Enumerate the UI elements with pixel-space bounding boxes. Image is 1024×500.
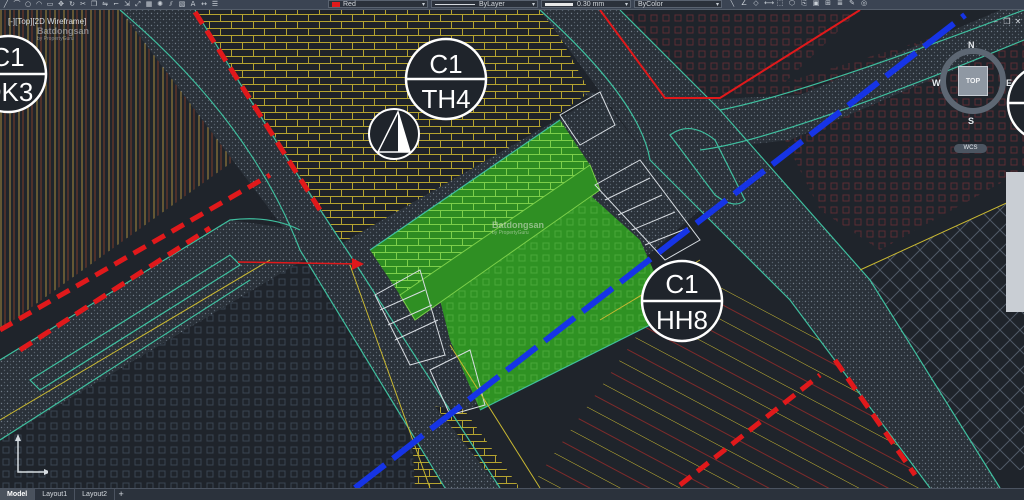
copy-tool-icon[interactable]: ❐ [90, 1, 98, 8]
paste-tool-icon[interactable]: ⎘ [800, 0, 808, 7]
lineweight-dropdown[interactable]: 0.30 mm ▾ [541, 0, 631, 8]
move-tool-icon[interactable]: ✥ [57, 1, 65, 8]
dimension-tool-icon[interactable]: ↔ [200, 1, 208, 8]
quick-tools: ╱ ⌒ ○ ◠ ▭ ✥ ↻ ✂ ❐ ⇋ ⌐ ⇲ ⤢ ▦ ✺ ⫽ ▧ A ↔ ☰ [0, 0, 219, 9]
plot-name-text: TH4 [421, 84, 470, 114]
navigation-bar[interactable] [1006, 172, 1024, 312]
plot-code-text: C1 [429, 49, 462, 79]
color-swatch-icon [332, 1, 340, 7]
properties-toolbar: ╱ ⌒ ○ ◠ ▭ ✥ ↻ ✂ ❐ ⇋ ⌐ ⇲ ⤢ ▦ ✺ ⫽ ▧ A ↔ ☰ … [0, 0, 1024, 10]
compass-east[interactable]: E [1006, 78, 1012, 88]
ucs-icon [15, 434, 48, 475]
linetype-value: ByLayer [479, 1, 505, 8]
match-tool-icon[interactable]: ✎ [848, 0, 856, 7]
trim-tool-icon[interactable]: ✂ [79, 1, 87, 8]
tab-model[interactable]: Model [0, 489, 36, 500]
viewport-controls[interactable]: [-][Top][2D Wireframe] [8, 17, 86, 26]
circle-tool-icon[interactable]: ○ [24, 1, 32, 8]
arc-tool-icon[interactable]: ◠ [35, 1, 43, 8]
polyline-tool-icon[interactable]: ⌒ [13, 1, 21, 8]
drawing-canvas[interactable]: C1 TH4 C1 HH8 C1 DK3 C H [0, 0, 1024, 499]
offset-tool-icon[interactable]: ⫽ [167, 1, 175, 8]
north-arrow-symbol [368, 108, 420, 160]
lineweight-value: 0.30 mm [577, 1, 605, 8]
watermark-center: Batdongsan by PropertyGuru [492, 220, 544, 236]
text-tool-icon[interactable]: A [189, 1, 197, 8]
plot-name-text: HH8 [656, 305, 708, 335]
chevron-down-icon: ▾ [624, 2, 628, 8]
distance-tool-icon[interactable]: ⟷ [764, 0, 774, 7]
linetype-dropdown[interactable]: ByLayer ▾ [431, 0, 538, 8]
restore-icon[interactable]: ❐ [1003, 18, 1011, 26]
watermark-brand: Batdongsan [37, 26, 90, 36]
line-tool-icon[interactable]: ╱ [2, 1, 10, 8]
plotstyle-dropdown[interactable]: ByColor ▾ [634, 0, 722, 8]
rectangle-tool-icon[interactable]: ▭ [46, 1, 54, 8]
linetype-preview-icon [435, 3, 475, 5]
mirror-tool-icon[interactable]: ⇋ [101, 1, 109, 8]
stretch-tool-icon[interactable]: ⇲ [123, 1, 131, 8]
viewcube-top-face[interactable]: TOP [958, 66, 988, 96]
view-tool-icon[interactable]: ◎ [860, 0, 868, 7]
viewport-window-controls: – ❐ ✕ [992, 18, 1022, 26]
area-tool-icon[interactable]: ◇ [752, 0, 760, 7]
watermark-tagline: by PropertyGuru [37, 36, 74, 42]
fillet-tool-icon[interactable]: ⌐ [112, 1, 120, 8]
compass-south[interactable]: S [968, 116, 974, 126]
layer-tool-icon[interactable]: ☰ [211, 1, 219, 8]
group-tool-icon[interactable]: ⬡ [788, 0, 796, 7]
compass-west[interactable]: W [932, 78, 941, 88]
chevron-down-icon: ▾ [715, 2, 719, 8]
plot-label-hh8: C1 HH8 [640, 259, 724, 343]
properties-tool-icon[interactable]: ≣ [836, 0, 844, 7]
plot-label-th4: C1 TH4 [404, 37, 488, 121]
compass-north[interactable]: N [968, 40, 975, 50]
plot-name-text: DK3 [0, 77, 33, 107]
color-dropdown[interactable]: Red ▾ [328, 0, 428, 8]
rotate-tool-icon[interactable]: ↻ [68, 1, 76, 8]
tab-layout2[interactable]: Layout2 [75, 489, 116, 500]
right-tools: ╲ ∠ ◇ ⟷ ⬚ ⬡ ⎘ ▣ ⊞ ≣ ✎ ◎ [728, 0, 868, 7]
minimize-icon[interactable]: – [992, 18, 1000, 26]
add-layout-button[interactable]: + [115, 489, 127, 500]
wcs-button[interactable]: WCS [954, 144, 987, 153]
insert-tool-icon[interactable]: ⊞ [824, 0, 832, 7]
explode-tool-icon[interactable]: ✺ [156, 1, 164, 8]
hatch-tool-icon[interactable]: ▧ [178, 1, 186, 8]
chevron-down-icon: ▾ [531, 2, 535, 8]
block-tool-icon[interactable]: ▣ [812, 0, 820, 7]
measure-tool-icon[interactable]: ╲ [728, 0, 736, 7]
layout-tabbar: Model Layout1 Layout2 + [0, 488, 1024, 500]
plotstyle-value: ByColor [638, 1, 663, 8]
scale-tool-icon[interactable]: ⤢ [134, 1, 142, 8]
close-icon[interactable]: ✕ [1014, 18, 1022, 26]
watermark-brand: Batdongsan [492, 220, 545, 230]
plot-code-text: C1 [0, 42, 25, 72]
lineweight-preview-icon [545, 2, 573, 6]
select-tool-icon[interactable]: ⬚ [776, 0, 784, 7]
viewcube[interactable]: TOP N S W E [932, 40, 1016, 140]
chevron-down-icon: ▾ [421, 2, 425, 8]
watermark: Batdongsan by PropertyGuru [37, 26, 89, 42]
watermark-tagline: by PropertyGuru [492, 230, 529, 236]
tab-layout1[interactable]: Layout1 [35, 489, 76, 500]
color-value: Red [343, 1, 356, 8]
array-tool-icon[interactable]: ▦ [145, 1, 153, 8]
angle-tool-icon[interactable]: ∠ [740, 0, 748, 7]
plot-code-text: C1 [665, 269, 698, 299]
